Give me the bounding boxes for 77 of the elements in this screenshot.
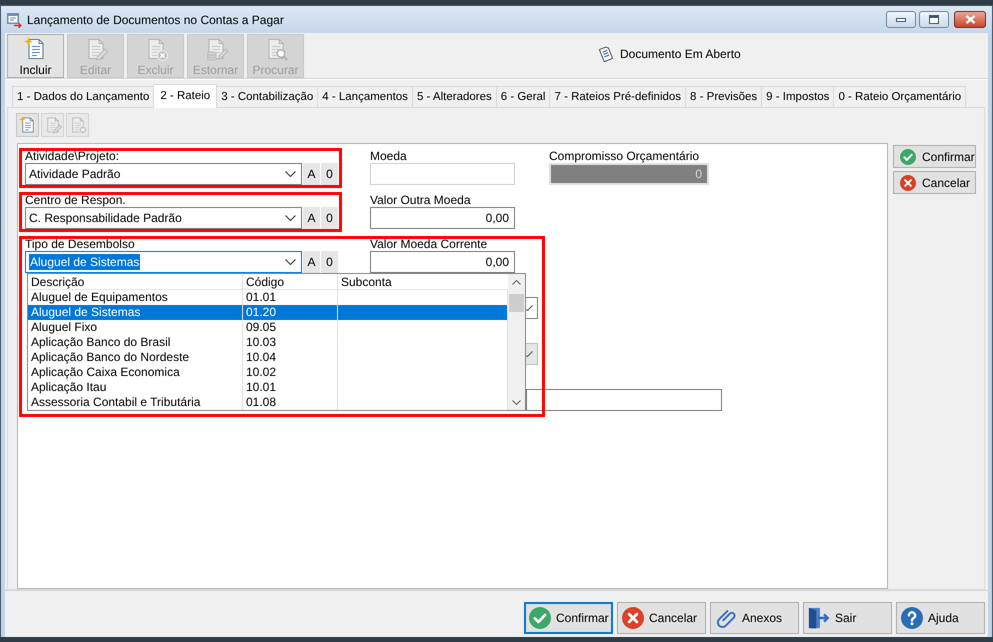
window-arrow-icon xyxy=(6,12,22,28)
side-button[interactable]: 0 xyxy=(321,251,338,273)
action-button[interactable]: Sair xyxy=(803,602,892,634)
combo-box[interactable]: C. Responsabilidade Padrão xyxy=(25,207,302,229)
maximize-button[interactable] xyxy=(919,11,949,28)
text-field[interactable]: 0,00 xyxy=(370,251,515,273)
check-circle-icon xyxy=(529,607,551,629)
toolbar-button[interactable]: Incluir xyxy=(7,34,64,78)
minimize-button[interactable] xyxy=(886,11,916,28)
list-cell: 10.03 xyxy=(243,335,338,350)
field-label: Moeda xyxy=(370,149,408,163)
x-circle-icon xyxy=(622,607,644,629)
action-button[interactable]: Confirmar xyxy=(893,145,976,168)
document-icon xyxy=(598,46,614,62)
action-button[interactable]: Anexos xyxy=(710,602,799,634)
chevron-down-icon xyxy=(285,259,296,265)
toolbar-button[interactable] xyxy=(16,113,39,137)
column-header: Subconta xyxy=(340,274,393,289)
combo-box[interactable]: Atividade Padrão xyxy=(25,163,302,185)
list-cell: 10.04 xyxy=(243,350,338,365)
side-button[interactable]: A xyxy=(303,163,320,185)
field-label: Centro de Respon. xyxy=(25,193,127,207)
side-button[interactable]: A xyxy=(303,207,320,229)
combo-box[interactable]: Aluguel de Sistemas xyxy=(25,251,302,273)
scrollbar[interactable] xyxy=(508,274,525,410)
window-title: Lançamento de Documentos no Contas a Pagar xyxy=(27,13,284,27)
x-circle-icon xyxy=(900,174,916,190)
list-cell: 09.05 xyxy=(243,320,338,335)
text-field[interactable] xyxy=(526,389,722,411)
list-cell: Aplicação Banco do Nordeste xyxy=(28,350,243,365)
text-field[interactable]: 0,00 xyxy=(370,207,515,229)
field-label: Compromisso Orçamentário xyxy=(549,149,700,163)
chevron-fragment-icon xyxy=(526,351,533,357)
chevron-fragment-icon xyxy=(526,305,533,311)
action-button[interactable]: Ajuda xyxy=(896,602,985,634)
list-cell: 10.02 xyxy=(243,365,338,380)
field-label: Valor Moeda Corrente xyxy=(370,237,488,251)
door-arrow-icon xyxy=(808,607,830,629)
tab[interactable]: 2 - Rateio xyxy=(153,84,218,108)
side-button[interactable]: A xyxy=(303,251,320,273)
column-header: Descrição xyxy=(28,274,243,289)
tab[interactable]: 0 - Rateio Orçamentário xyxy=(833,86,966,107)
action-button[interactable]: Cancelar xyxy=(617,602,706,634)
list-cell: 01.20 xyxy=(243,305,338,320)
paperclip-icon xyxy=(715,607,737,629)
document-sparkle-icon xyxy=(18,116,36,134)
list-cell: Aluguel Fixo xyxy=(28,320,243,335)
check-circle-icon xyxy=(900,148,916,164)
scrollbar-thumb[interactable] xyxy=(509,294,524,312)
side-button[interactable]: 0 xyxy=(321,207,338,229)
chevron-down-icon[interactable] xyxy=(512,400,521,404)
field-label: Atividade\Projeto: xyxy=(25,149,120,163)
list-cell: 01.08 xyxy=(243,395,338,410)
list-cell: Aplicação Banco do Brasil xyxy=(28,335,243,350)
action-button[interactable]: Cancelar xyxy=(893,171,976,194)
help-icon xyxy=(901,607,923,629)
list-cell: Aluguel de Sistemas xyxy=(28,305,243,320)
list-cell: Aplicação Itau xyxy=(28,380,243,395)
maximize-icon xyxy=(929,15,939,24)
column-header: Código xyxy=(243,274,338,289)
chevron-up-icon[interactable] xyxy=(512,280,521,284)
minimize-icon xyxy=(896,18,906,22)
chevron-down-icon xyxy=(285,215,296,221)
action-button[interactable]: Confirmar xyxy=(524,602,613,634)
close-button[interactable] xyxy=(954,11,986,28)
side-button[interactable]: 0 xyxy=(321,163,338,185)
list-cell: Assessoria Contabil e Tributária xyxy=(28,395,243,410)
list-cell: 10.01 xyxy=(243,380,338,395)
tab[interactable]: 1 - Dados do Lançamento xyxy=(12,86,154,107)
combo-box[interactable] xyxy=(526,297,538,319)
chevron-down-icon xyxy=(285,171,296,177)
field-label: Valor Outra Moeda xyxy=(370,193,472,207)
list-cell: Aplicação Caixa Economica xyxy=(28,365,243,380)
close-icon xyxy=(964,15,976,24)
field-label: Tipo de Desembolso xyxy=(25,237,136,251)
list-row[interactable]: Aluguel de Sistemas 01.20 xyxy=(28,305,508,320)
status-label: Documento Em Aberto xyxy=(620,47,741,61)
